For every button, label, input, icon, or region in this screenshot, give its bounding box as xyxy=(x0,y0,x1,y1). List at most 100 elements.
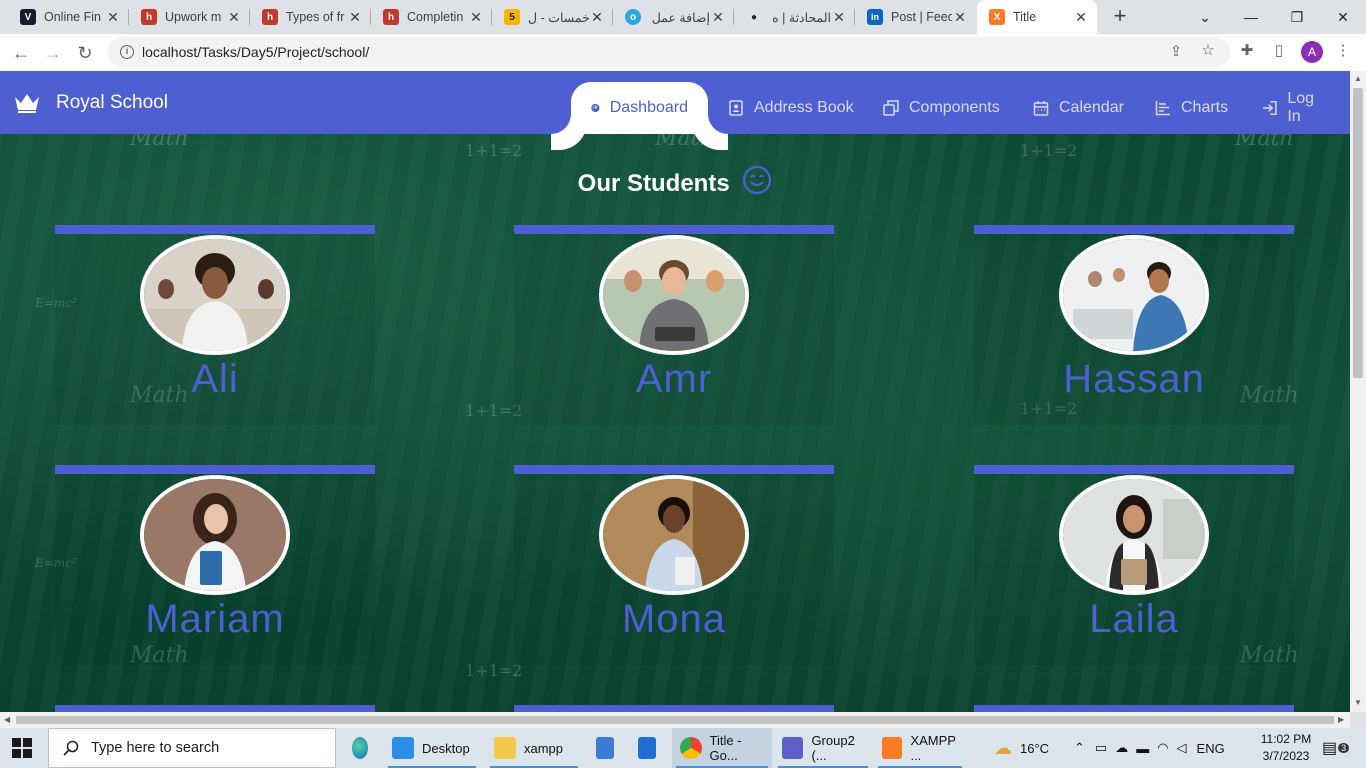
nav-item-label: Components xyxy=(909,99,1000,116)
share-icon[interactable]: ⇪ xyxy=(1167,43,1185,61)
nav-item-calendar[interactable]: Calendar xyxy=(1013,82,1144,134)
scrollbar-thumb[interactable] xyxy=(16,716,1334,724)
card-accent-bar xyxy=(514,465,834,474)
browser-tab[interactable]: 5 خمسات - ل ✕ xyxy=(492,0,613,34)
extensions-icon[interactable]: ✚ xyxy=(1238,42,1256,60)
background-doodle: 1+1=2 xyxy=(1020,141,1078,160)
browser-tab[interactable]: ● المحادثة | ه ✕ xyxy=(734,0,855,34)
browser-tab[interactable]: V Online Fin ✕ xyxy=(8,0,129,34)
taskbar-app-label: Group2 (... xyxy=(811,733,855,763)
back-arrow-icon[interactable]: ← xyxy=(8,40,34,66)
url-text[interactable]: localhost/Tasks/Day5/Project/school/ xyxy=(142,44,369,60)
taskbar-search-box[interactable]: Type here to search xyxy=(48,728,336,768)
clock-date: 3/7/2023 xyxy=(1262,749,1310,763)
info-icon[interactable]: i xyxy=(120,45,134,59)
chevron-up-icon[interactable]: ⌃ xyxy=(1074,740,1085,756)
browser-toolbar: ← → ↻ i localhost/Tasks/Day5/Project/sch… xyxy=(0,34,1366,71)
nav-item-label: Calendar xyxy=(1059,99,1124,116)
dashboard-icon xyxy=(591,103,600,113)
close-icon[interactable]: ✕ xyxy=(952,9,968,26)
student-card[interactable]: Ali xyxy=(55,225,375,425)
card-accent-bar xyxy=(974,465,1294,474)
browser-tab[interactable]: in Post | Feed ✕ xyxy=(855,0,976,34)
store-app-button[interactable] xyxy=(588,728,622,768)
scrollbar-thumb[interactable] xyxy=(1353,88,1363,378)
forward-arrow-icon[interactable]: → xyxy=(40,40,66,66)
browser-tab[interactable]: o إضافة عمل ✕ xyxy=(613,0,734,34)
weather-widget[interactable]: ☁ 16°C xyxy=(994,728,1049,768)
side-panel-icon[interactable]: ▯ xyxy=(1270,42,1288,60)
student-card[interactable] xyxy=(514,705,834,712)
browser-tab[interactable]: h Types of fr ✕ xyxy=(250,0,371,34)
horizontal-scrollbar[interactable]: ◀ ▶ xyxy=(0,712,1350,728)
brand[interactable]: Royal School xyxy=(14,71,168,134)
nav-item-charts[interactable]: Charts xyxy=(1135,82,1248,134)
taskbar-app-xampp-folder[interactable]: xampp xyxy=(486,728,582,768)
card-accent-bar xyxy=(514,225,834,234)
student-card[interactable] xyxy=(974,705,1294,712)
close-icon[interactable]: ✕ xyxy=(347,9,363,26)
edge-app-button[interactable] xyxy=(344,728,376,768)
student-card[interactable]: Hassan xyxy=(974,225,1294,425)
close-window-button[interactable]: ✕ xyxy=(1320,0,1366,34)
wifi-icon[interactable]: ◠ xyxy=(1157,740,1168,756)
nav-item-address-book[interactable]: Address Book xyxy=(708,82,874,134)
browser-tab[interactable]: h Upwork m ✕ xyxy=(129,0,250,34)
mail-app-button[interactable] xyxy=(630,728,664,768)
site-navbar: Royal School Dashboard Address Book Comp… xyxy=(0,71,1350,134)
volume-icon[interactable]: ◁ xyxy=(1177,740,1187,756)
minimize-button[interactable]: — xyxy=(1228,0,1274,34)
student-photo xyxy=(140,235,290,355)
close-icon[interactable]: ✕ xyxy=(226,9,242,26)
student-name: Mona xyxy=(621,597,727,641)
scroll-right-icon[interactable]: ▶ xyxy=(1338,715,1344,724)
bookmark-star-icon[interactable]: ☆ xyxy=(1199,42,1217,60)
taskbar-app-label: Desktop xyxy=(422,740,470,756)
windows-start-icon[interactable] xyxy=(12,738,32,758)
tab-favicon-icon: 5 xyxy=(504,9,520,25)
browser-menu-icon[interactable]: ⋮ xyxy=(1334,42,1352,60)
folder-icon xyxy=(494,737,516,759)
vertical-scrollbar[interactable]: ▲ ▼ xyxy=(1350,71,1366,712)
new-tab-button[interactable]: + xyxy=(1108,5,1132,29)
close-icon[interactable]: ✕ xyxy=(710,9,726,26)
notification-count: 3 xyxy=(1338,743,1350,753)
mail-icon xyxy=(638,737,656,759)
taskbar-clock[interactable]: 11:02 PM 3/7/2023 xyxy=(1256,731,1316,765)
nav-item-components[interactable]: Components xyxy=(863,82,1020,134)
student-card[interactable]: Amr xyxy=(514,225,834,425)
student-card[interactable] xyxy=(55,705,375,712)
browser-tab-active[interactable]: X Title ✕ xyxy=(977,0,1097,34)
close-icon[interactable]: ✕ xyxy=(105,9,121,26)
nav-item-login[interactable]: Log In xyxy=(1242,82,1350,134)
scroll-left-icon[interactable]: ◀ xyxy=(4,715,10,724)
chrome-icon xyxy=(680,737,702,759)
close-icon[interactable]: ✕ xyxy=(831,9,847,26)
battery-icon[interactable]: ▬ xyxy=(1136,741,1149,756)
close-icon[interactable]: ✕ xyxy=(1073,9,1089,26)
taskbar-app-desktop[interactable]: Desktop xyxy=(384,728,480,768)
taskbar-app-xampp-control[interactable]: XAMPP ... xyxy=(874,728,966,768)
scroll-up-icon[interactable]: ▲ xyxy=(1354,74,1362,83)
clock-time: 11:02 PM xyxy=(1260,732,1312,746)
student-card[interactable]: Mona xyxy=(514,465,834,665)
student-card[interactable]: Laila xyxy=(974,465,1294,665)
onedrive-icon[interactable]: ☁ xyxy=(1115,740,1128,756)
meet-now-icon[interactable]: ▭ xyxy=(1095,740,1107,756)
tab-favicon-icon: o xyxy=(625,9,641,25)
student-card[interactable]: Mariam xyxy=(55,465,375,665)
close-icon[interactable]: ✕ xyxy=(468,9,484,26)
restore-button[interactable]: ❐ xyxy=(1274,0,1320,34)
profile-avatar[interactable]: A xyxy=(1301,41,1323,63)
tab-search-icon[interactable]: ⌄ xyxy=(1182,0,1228,34)
reload-icon[interactable]: ↻ xyxy=(72,40,98,66)
notification-center[interactable]: ▤ 3 xyxy=(1322,728,1350,768)
nav-item-dashboard[interactable]: Dashboard xyxy=(571,82,708,134)
scroll-down-icon[interactable]: ▼ xyxy=(1354,698,1362,707)
input-language[interactable]: ENG xyxy=(1197,741,1225,756)
browser-tab[interactable]: h Completin ✕ xyxy=(371,0,492,34)
address-bar[interactable]: i localhost/Tasks/Day5/Project/school/ xyxy=(108,37,1230,67)
taskbar-app-teams[interactable]: Group2 (... xyxy=(774,728,872,768)
close-icon[interactable]: ✕ xyxy=(589,9,605,26)
taskbar-app-chrome[interactable]: Title - Go... xyxy=(672,728,772,768)
